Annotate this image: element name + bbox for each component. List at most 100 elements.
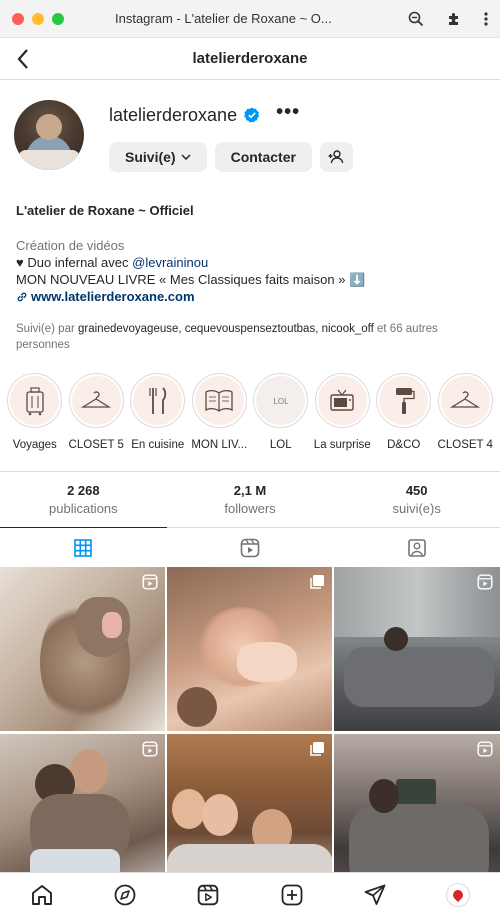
post-thumbnail[interactable]: [167, 567, 332, 731]
bio-line-1: ♥ Duo infernal avec @levraininou: [16, 254, 484, 271]
close-window-button[interactable]: [12, 12, 24, 25]
link-icon: [16, 290, 28, 307]
contact-button[interactable]: Contacter: [214, 142, 312, 172]
highlight-label: LOL: [269, 439, 292, 451]
verified-badge-icon: [244, 107, 260, 123]
reel-icon: [142, 741, 158, 762]
options-icon[interactable]: •••: [276, 102, 300, 122]
post-thumbnail[interactable]: [334, 567, 500, 731]
paint-roller-icon: [379, 376, 429, 425]
direct-icon: [364, 884, 386, 906]
highlight-label: CLOSET 5: [68, 439, 124, 451]
story-highlights: Voyages CLOSET 5 En cuisine MON LIV... L…: [0, 373, 500, 451]
nav-profile[interactable]: [438, 875, 478, 915]
reel-icon: [142, 574, 158, 595]
profile-bio: L'atelier de Roxane ~ Officiel Création …: [0, 202, 500, 307]
tagged-icon: [407, 538, 427, 558]
nav-explore[interactable]: [105, 875, 145, 915]
highlight-voyages[interactable]: Voyages: [4, 373, 66, 451]
highlight-d-and-co[interactable]: D&CO: [373, 373, 435, 451]
stat-label: followers: [224, 501, 276, 516]
browser-menu-icon[interactable]: [484, 11, 488, 27]
suggested-users-button[interactable]: [319, 142, 353, 172]
following-button-label: Suivi(e): [125, 149, 176, 165]
highlight-closet-4[interactable]: CLOSET 4: [435, 373, 497, 451]
profile-stats: 2 268 publications 2,1 M followers 450 s…: [0, 471, 500, 527]
stat-label: publications: [49, 501, 118, 516]
stat-publications: 2 268 publications: [0, 483, 167, 516]
website-link[interactable]: www.latelierderoxane.com: [31, 289, 195, 304]
followed-by-prefix: Suivi(e) par: [16, 323, 78, 335]
bio-mention-link[interactable]: @levraininou: [132, 255, 208, 270]
stat-followers[interactable]: 2,1 M followers: [167, 483, 334, 516]
reel-icon: [477, 574, 493, 595]
nav-direct[interactable]: [355, 875, 395, 915]
profile-header: latelierderoxane ••• Suivi(e) Contacter: [0, 80, 500, 172]
highlight-closet-5[interactable]: CLOSET 5: [66, 373, 128, 451]
highlight-label: Voyages: [12, 439, 57, 451]
book-icon: [194, 376, 244, 425]
highlight-label: CLOSET 4: [437, 439, 493, 451]
posts-grid: [0, 567, 500, 898]
grid-icon: [74, 538, 93, 557]
browser-title: Instagram - L'atelier de Roxane ~ O...: [115, 11, 332, 26]
hanger-icon: [440, 376, 490, 425]
highlight-mon-livre[interactable]: MON LIV...: [189, 373, 251, 451]
bio-line-2: MON NOUVEAU LIVRE « Mes Classiques faits…: [16, 272, 366, 287]
profile-tabs: [0, 527, 500, 567]
highlight-lol[interactable]: LOL LOL: [250, 373, 312, 451]
instagram-header: latelierderoxane: [0, 38, 500, 80]
profile-full-name: L'atelier de Roxane ~ Officiel: [16, 203, 194, 218]
following-button[interactable]: Suivi(e): [109, 142, 207, 172]
hanger-icon: [71, 376, 121, 425]
post-thumbnail[interactable]: [0, 567, 165, 731]
highlight-label: En cuisine: [131, 439, 185, 451]
explore-icon: [114, 884, 136, 906]
chevron-down-icon: [181, 154, 191, 160]
add-user-icon: [328, 150, 344, 164]
window-controls: [12, 12, 64, 25]
new-post-icon: [281, 884, 303, 906]
stat-value: 2,1 M: [233, 483, 267, 498]
extensions-icon[interactable]: [446, 11, 462, 27]
followed-by-users: grainedevoyageuse, cequevouspenseztoutba…: [78, 323, 374, 335]
highlight-label: D&CO: [387, 439, 421, 451]
highlight-la-surprise[interactable]: La surprise: [312, 373, 374, 451]
tab-reels[interactable]: [167, 528, 334, 567]
svg-text:LOL: LOL: [273, 397, 289, 406]
bio-line-1-text: ♥ Duo infernal avec: [16, 255, 133, 270]
followed-by-text[interactable]: Suivi(e) par grainedevoyageuse, cequevou…: [0, 321, 500, 353]
nav-new-post[interactable]: [272, 875, 312, 915]
nav-home[interactable]: [22, 875, 62, 915]
tab-posts[interactable]: [0, 527, 167, 567]
maximize-window-button[interactable]: [52, 12, 64, 25]
profile-avatar[interactable]: [14, 100, 84, 170]
carousel-icon: [309, 574, 325, 595]
back-arrow-icon[interactable]: [16, 48, 30, 75]
lol-icon: LOL: [256, 376, 306, 425]
minimize-window-button[interactable]: [32, 12, 44, 25]
suitcase-icon: [10, 376, 60, 425]
bio-website-row: www.latelierderoxane.com: [16, 288, 484, 307]
reels-icon: [197, 884, 219, 906]
highlight-label: La surprise: [313, 439, 371, 451]
tv-icon: [317, 376, 367, 425]
highlight-en-cuisine[interactable]: En cuisine: [127, 373, 189, 451]
bottom-navigation: [0, 872, 500, 917]
page-title: latelierderoxane: [192, 50, 308, 67]
cutlery-icon: [133, 376, 183, 425]
stat-following[interactable]: 450 suivi(e)s: [333, 483, 500, 516]
reel-icon: [477, 741, 493, 762]
zoom-icon[interactable]: [408, 11, 424, 27]
tab-tagged[interactable]: [333, 528, 500, 567]
stat-value: 450: [405, 483, 428, 498]
reels-icon: [240, 538, 260, 558]
highlight-label: MON LIV...: [191, 439, 248, 451]
nav-reels[interactable]: [188, 875, 228, 915]
browser-chrome: Instagram - L'atelier de Roxane ~ O...: [0, 0, 500, 38]
profile-username: latelierderoxane: [109, 104, 238, 125]
profile-avatar-icon: [446, 883, 471, 907]
carousel-icon: [309, 741, 325, 762]
profile-category: Création de vidéos: [16, 238, 125, 253]
stat-value: 2 268: [67, 483, 100, 498]
